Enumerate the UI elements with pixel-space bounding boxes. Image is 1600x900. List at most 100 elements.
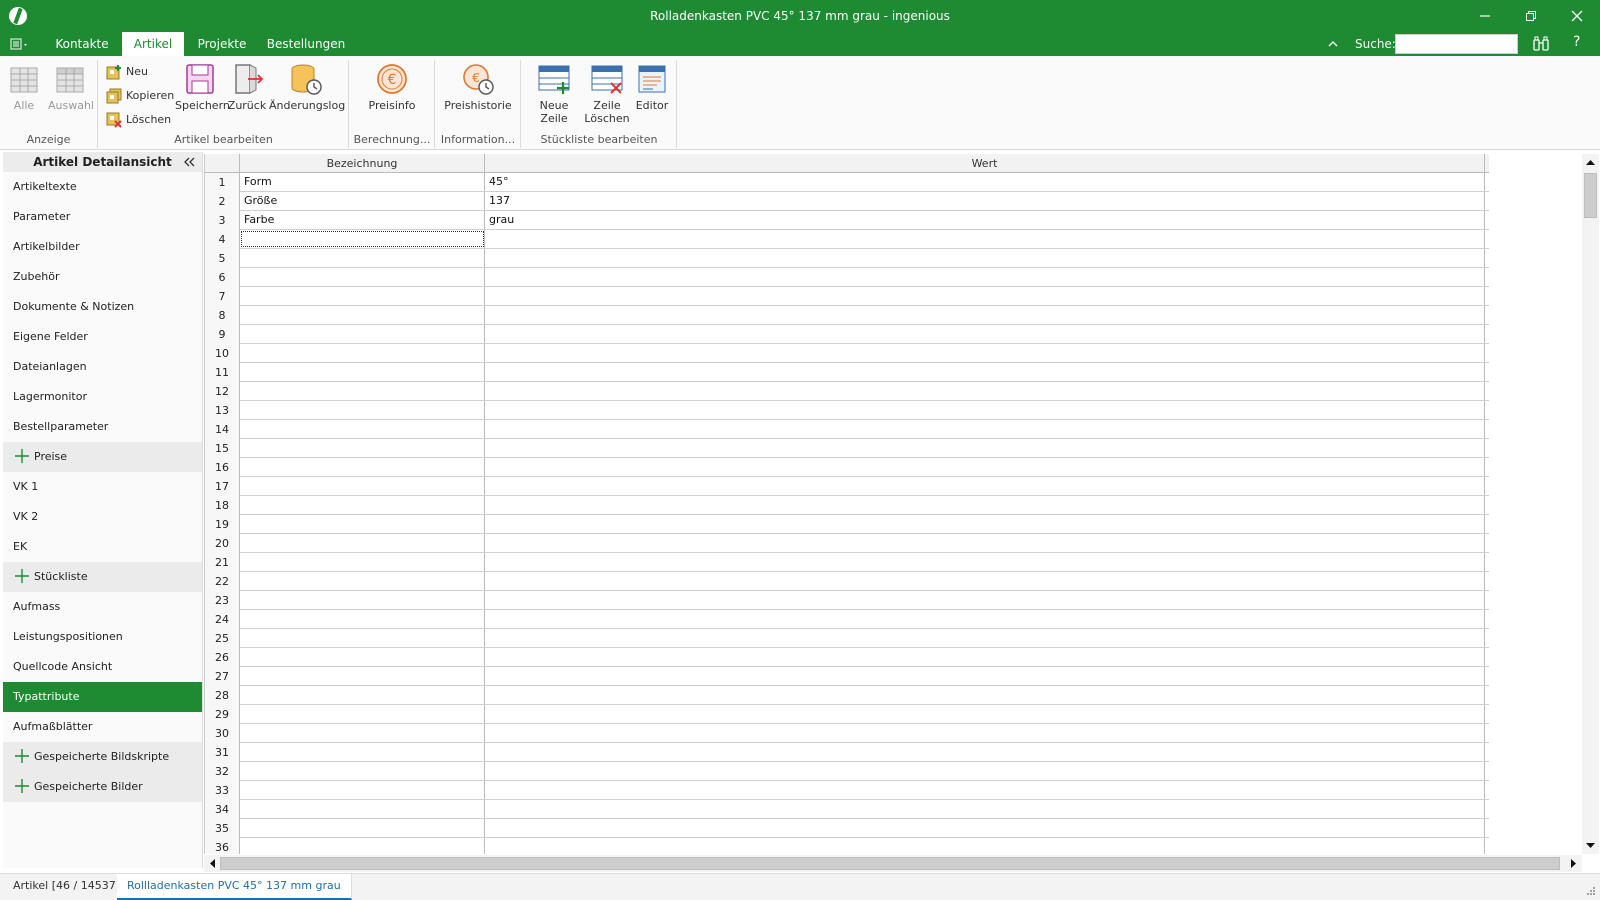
cell-wert[interactable] [485,572,1485,590]
row-number[interactable]: 33 [205,781,240,800]
cell-wert[interactable] [485,458,1485,476]
row-number[interactable]: 5 [205,249,240,268]
row-number[interactable]: 7 [205,287,240,306]
cell-bezeichnung[interactable] [240,515,485,533]
cell-wert[interactable] [485,382,1485,400]
tab-kontakte[interactable]: Kontakte [48,32,116,56]
cell-wert[interactable] [485,553,1485,571]
row-number[interactable]: 12 [205,382,240,401]
cell-wert[interactable] [485,648,1485,666]
row-number[interactable]: 13 [205,401,240,420]
row-number[interactable]: 3 [205,211,240,230]
cell-wert[interactable] [485,344,1485,362]
horizontal-scrollbar[interactable] [204,855,1582,872]
cell-bezeichnung[interactable] [240,249,485,267]
row-number[interactable]: 34 [205,800,240,819]
editor-button[interactable]: Editor [632,62,672,128]
preisinfo-button[interactable]: € Preisinfo [363,62,421,128]
cell-wert[interactable] [485,306,1485,324]
cell-bezeichnung[interactable] [240,819,485,837]
row-number[interactable]: 22 [205,572,240,591]
sidebar-item-vk-2[interactable]: VK 2 [3,502,202,532]
row-number[interactable]: 25 [205,629,240,648]
sidebar-item-vk-1[interactable]: VK 1 [3,472,202,502]
row-number[interactable]: 30 [205,724,240,743]
cell-bezeichnung[interactable] [240,439,485,457]
sidebar-item-eigene-felder[interactable]: Eigene Felder [3,322,202,352]
cell-bezeichnung[interactable] [240,686,485,704]
help-button[interactable]: ? [1573,34,1587,54]
scroll-left-button[interactable] [204,855,221,872]
cell-bezeichnung[interactable] [240,591,485,609]
row-number[interactable]: 28 [205,686,240,705]
app-menu-button[interactable] [10,36,32,52]
cell-wert[interactable]: 137 [485,192,1485,210]
sidebar-item-aufmassblatter[interactable]: Aufmaßblätter [3,712,202,742]
sidebar-item-artikeltexte[interactable]: Artikeltexte [3,172,202,202]
cell-wert[interactable] [485,705,1485,723]
zeile-loeschen-button[interactable]: Zeile Löschen [584,62,630,128]
sidebar-item-dokumente-notizen[interactable]: Dokumente & Notizen [3,292,202,322]
row-number[interactable]: 10 [205,344,240,363]
row-number[interactable]: 32 [205,762,240,781]
row-number[interactable]: 18 [205,496,240,515]
row-number[interactable]: 26 [205,648,240,667]
cell-wert[interactable] [485,743,1485,761]
scroll-right-button[interactable] [1565,855,1582,872]
cell-bezeichnung[interactable] [240,477,485,495]
neu-button[interactable]: Neu [106,62,148,82]
row-number[interactable]: 11 [205,363,240,382]
cell-bezeichnung[interactable] [240,629,485,647]
plus-icon[interactable] [15,569,29,583]
cell-bezeichnung[interactable] [240,287,485,305]
row-number[interactable]: 6 [205,268,240,287]
cell-wert[interactable] [485,325,1485,343]
row-number[interactable]: 20 [205,534,240,553]
cell-wert[interactable] [485,363,1485,381]
sidebar-item-gespeicherte-bilder[interactable]: Gespeicherte Bilder [3,772,202,802]
cell-bezeichnung[interactable] [240,667,485,685]
cell-bezeichnung[interactable] [240,724,485,742]
row-number[interactable]: 31 [205,743,240,762]
sidebar-item-artikelbilder[interactable]: Artikelbilder [3,232,202,262]
cell-wert[interactable] [485,724,1485,742]
sidebar-item-stuckliste[interactable]: Stückliste [3,562,202,592]
row-number[interactable]: 16 [205,458,240,477]
row-number[interactable]: 35 [205,819,240,838]
cell-bezeichnung[interactable] [240,382,485,400]
scroll-up-button[interactable] [1582,154,1599,171]
cell-wert[interactable] [485,629,1485,647]
scroll-down-button[interactable] [1582,837,1599,854]
cell-wert[interactable] [485,610,1485,628]
cell-bezeichnung[interactable] [240,762,485,780]
cell-wert[interactable] [485,534,1485,552]
binoculars-button[interactable] [1532,35,1550,53]
row-number[interactable]: 27 [205,667,240,686]
cell-bezeichnung[interactable] [240,325,485,343]
vertical-scrollbar[interactable] [1582,154,1599,854]
cell-bezeichnung[interactable] [240,705,485,723]
cell-wert[interactable] [485,686,1485,704]
row-number[interactable]: 1 [205,173,240,192]
collapse-ribbon-button[interactable] [1326,37,1340,51]
cell-bezeichnung[interactable] [240,743,485,761]
sidebar-item-parameter[interactable]: Parameter [3,202,202,232]
cell-wert[interactable] [485,800,1485,818]
cell-wert[interactable] [485,477,1485,495]
cell-wert[interactable] [485,249,1485,267]
cell-wert[interactable] [485,287,1485,305]
cell-wert[interactable] [485,762,1485,780]
cell-bezeichnung[interactable]: Größe [240,192,485,210]
doc-tab-artikel-list[interactable]: Artikel [46 / 14537] [3,874,131,900]
row-number[interactable]: 24 [205,610,240,629]
row-number[interactable]: 14 [205,420,240,439]
sidebar-item-leistungspositionen[interactable]: Leistungspositionen [3,622,202,652]
cell-bezeichnung[interactable] [240,534,485,552]
cell-bezeichnung[interactable] [240,553,485,571]
preishistorie-button[interactable]: € Preishistorie [442,62,514,128]
sidebar-item-quellcode-ansicht[interactable]: Quellcode Ansicht [3,652,202,682]
restore-button[interactable] [1508,0,1554,32]
cell-wert[interactable] [485,401,1485,419]
cell-bezeichnung[interactable] [240,838,485,854]
tab-artikel[interactable]: Artikel [122,32,184,56]
